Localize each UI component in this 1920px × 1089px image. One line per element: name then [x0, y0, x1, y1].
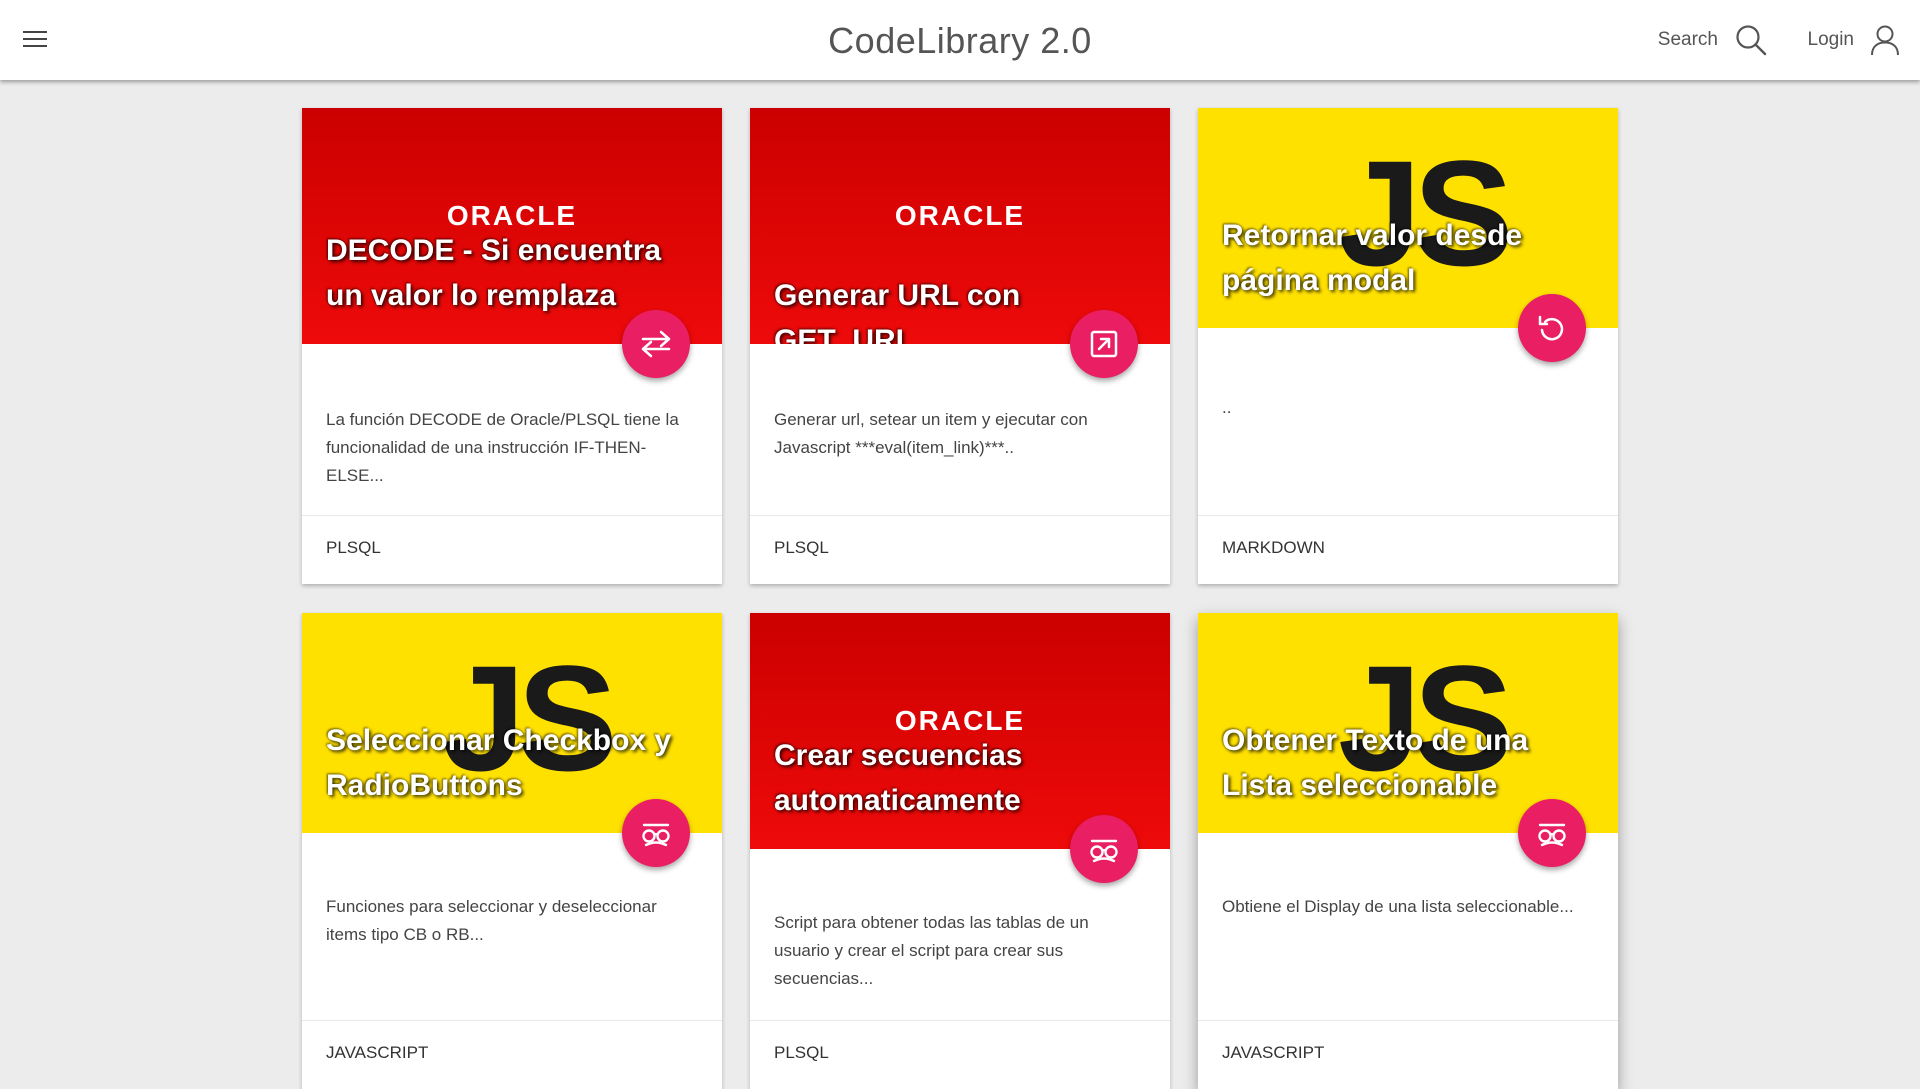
oracle-banner: ORACLE Generar URL con GET_URL: [750, 108, 1170, 344]
card-footer: MARKDOWN: [1198, 515, 1618, 584]
language-tag[interactable]: JAVASCRIPT: [1222, 1043, 1324, 1063]
card-description: Script para obtener todas las tablas de …: [774, 913, 1089, 988]
oracle-banner: ORACLE Crear secuencias automaticamente: [750, 613, 1170, 849]
card-title[interactable]: DECODE - Si encuentra un valor lo rempla…: [326, 228, 702, 318]
card-footer: PLSQL: [302, 515, 722, 584]
card-description: Funciones para seleccionar y deseleccion…: [326, 897, 657, 944]
search-button[interactable]: Search: [1658, 22, 1768, 58]
undo-icon[interactable]: [1518, 294, 1586, 362]
snippet-card[interactable]: ORACLE Crear secuencias automaticamente …: [750, 613, 1170, 1089]
incognito-icon[interactable]: [622, 799, 690, 867]
card-footer: PLSQL: [750, 1020, 1170, 1089]
card-description: ..: [1222, 398, 1232, 417]
snippet-card[interactable]: ORACLE DECODE - Si encuentra un valor lo…: [302, 108, 722, 584]
card-title[interactable]: Retornar valor desde página modal: [1222, 213, 1598, 303]
card-description: La función DECODE de Oracle/PLSQL tiene …: [326, 410, 679, 485]
card-footer: JAVASCRIPT: [1198, 1020, 1618, 1089]
swap-icon[interactable]: [622, 310, 690, 378]
top-app-bar: CodeLibrary 2.0 Search Login: [0, 0, 1920, 80]
language-tag[interactable]: PLSQL: [774, 1043, 829, 1063]
search-icon: [1736, 25, 1767, 56]
snippet-card[interactable]: JS Seleccionar Checkbox y RadioButtons F…: [302, 613, 722, 1089]
language-tag[interactable]: PLSQL: [774, 538, 829, 558]
oracle-banner: ORACLE DECODE - Si encuentra un valor lo…: [302, 108, 722, 344]
user-icon: [1871, 25, 1899, 56]
snippet-card[interactable]: ORACLE Generar URL con GET_URL Generar u…: [750, 108, 1170, 584]
language-tag[interactable]: MARKDOWN: [1222, 538, 1325, 558]
oracle-logo: ORACLE: [894, 200, 1026, 231]
card-footer: JAVASCRIPT: [302, 1020, 722, 1089]
hamburger-menu-icon[interactable]: [20, 26, 50, 52]
incognito-icon[interactable]: [1070, 815, 1138, 883]
login-label: Login: [1807, 29, 1855, 50]
snippet-card[interactable]: JS Retornar valor desde página modal .. …: [1198, 108, 1618, 584]
login-button[interactable]: Login: [1808, 22, 1901, 58]
search-label: Search: [1657, 29, 1718, 50]
card-description: Obtiene el Display de una lista seleccio…: [1222, 897, 1574, 916]
incognito-icon[interactable]: [1518, 799, 1586, 867]
language-tag[interactable]: JAVASCRIPT: [326, 1043, 428, 1063]
card-title[interactable]: Seleccionar Checkbox y RadioButtons: [326, 718, 702, 808]
snippet-card[interactable]: JS Obtener Texto de una Lista selecciona…: [1198, 613, 1618, 1089]
card-footer: PLSQL: [750, 515, 1170, 584]
card-description: Generar url, setear un item y ejecutar c…: [774, 410, 1088, 457]
open-link-icon[interactable]: [1070, 310, 1138, 378]
app-title: CodeLibrary 2.0: [828, 20, 1092, 61]
language-tag[interactable]: PLSQL: [326, 538, 381, 558]
card-title[interactable]: Crear secuencias automaticamente: [774, 733, 1150, 823]
card-title[interactable]: Obtener Texto de una Lista seleccionable: [1222, 718, 1598, 808]
